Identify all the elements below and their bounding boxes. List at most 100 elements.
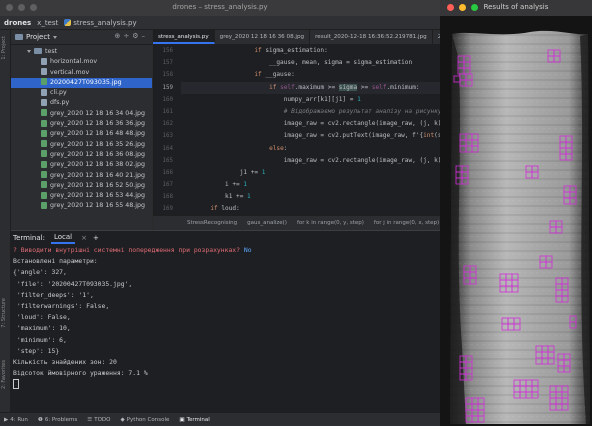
terminal-line: Відсоток ймовірного ураження: 7.1 % bbox=[13, 369, 148, 378]
tree-item-label: dfs.py bbox=[50, 99, 70, 107]
terminal-line: 'file': '20200427T093035.jpg', bbox=[13, 279, 133, 288]
chevron-down-icon[interactable] bbox=[27, 49, 31, 53]
tree-item[interactable]: grey_2020 12 18 16 38 02.jpg bbox=[11, 160, 152, 170]
terminal-answer: No bbox=[243, 246, 252, 254]
tree-item[interactable]: dfs.py bbox=[11, 98, 152, 108]
file-icon bbox=[41, 68, 47, 76]
tool-window-label: Python Console bbox=[126, 416, 170, 423]
line-number: 167 bbox=[162, 182, 173, 189]
tree-item[interactable]: grey_2020 12 18 16 40 21.jpg bbox=[11, 171, 152, 181]
editor-tab[interactable]: grey_2020 12 18 16 36 08.jpg bbox=[215, 30, 311, 44]
terminal-label: Terminal: bbox=[13, 234, 45, 242]
project-panel-header: Project ⊕÷⚙– bbox=[11, 30, 152, 45]
breadcrumb-item[interactable]: for j in range(0, x, step) bbox=[374, 220, 439, 226]
tree-item[interactable]: grey_2020 12 18 16 53 44.jpg bbox=[11, 191, 152, 201]
tool-window-label: Terminal bbox=[186, 416, 210, 423]
line-number: 160 bbox=[162, 96, 173, 103]
code-line: k1 += 1 bbox=[181, 193, 251, 201]
tree-item[interactable]: vertical.mov bbox=[11, 68, 152, 78]
line-number: 158 bbox=[162, 72, 173, 79]
image-file-icon bbox=[41, 119, 47, 127]
editor-tab[interactable]: stress_analysis.py bbox=[153, 30, 215, 44]
python-console-icon: ◆ bbox=[120, 416, 125, 423]
image-file-icon bbox=[41, 78, 47, 86]
code-line: if loud: bbox=[210, 205, 240, 213]
tree-item[interactable]: grey_2020 12 18 16 48 48.jpg bbox=[11, 129, 152, 139]
tree-item[interactable]: grey_2020 12 18 16 55 48.jpg bbox=[11, 201, 152, 211]
line-number: 163 bbox=[162, 133, 173, 140]
project-panel-title[interactable]: Project bbox=[26, 33, 50, 41]
code-line: # Відображаємо результат аналізу на рису… bbox=[283, 107, 440, 115]
nav-folder[interactable]: x_test bbox=[37, 19, 58, 27]
code-line: if self.maximum >= sigma >= self.minimum… bbox=[181, 81, 440, 94]
image-file-icon bbox=[41, 171, 47, 179]
editor-tab[interactable]: result_2020-12-18 16:36:52.219781.jpg bbox=[310, 30, 433, 44]
tool-window-button[interactable]: ◆ Python Console bbox=[120, 417, 169, 423]
tool-window-button[interactable]: ❶ 6: Problems bbox=[38, 417, 77, 423]
code-line: else: bbox=[269, 144, 288, 152]
tree-item-label: grey_2020 12 18 16 38 02.jpg bbox=[50, 161, 146, 169]
target-icon[interactable]: ⊕ bbox=[114, 32, 123, 40]
tree-item[interactable]: 20200427T093035.jpg bbox=[11, 77, 152, 89]
terminal-line: 'maximum': 10, bbox=[13, 324, 71, 333]
terminal-prompt[interactable] bbox=[13, 379, 440, 390]
project-panel-tools: ⊕÷⚙– bbox=[114, 32, 148, 40]
tool-window-label: 6: Problems bbox=[44, 416, 78, 423]
breadcrumb-item[interactable]: for k in range(0, y, step) bbox=[297, 220, 364, 226]
tree-item[interactable]: test bbox=[11, 47, 152, 57]
code-line: numpy_arr[k1][j1] = 1 bbox=[181, 95, 361, 103]
line-number: 168 bbox=[162, 194, 173, 201]
tree-item-label: grey_2020 12 18 16 36 36.jpg bbox=[50, 120, 146, 128]
nav-project[interactable]: drones bbox=[4, 19, 31, 27]
collapse-icon[interactable]: ÷ bbox=[123, 32, 132, 40]
terminal-output[interactable]: ? Виводити внутрішні системні попереджен… bbox=[11, 245, 440, 390]
tool-window-button[interactable]: ▣ Terminal bbox=[179, 417, 209, 423]
terminal-line: 'filterwarnings': False, bbox=[13, 301, 110, 310]
hide-icon[interactable]: – bbox=[142, 32, 149, 40]
tree-item-label: grey_2020 12 18 16 35 26.jpg bbox=[50, 140, 146, 148]
nav-file[interactable]: stress_analysis.py bbox=[64, 19, 137, 27]
tree-item[interactable]: cli.py bbox=[11, 88, 152, 98]
tree-item[interactable]: grey_2020 12 18 16 36 08.jpg bbox=[11, 150, 152, 160]
line-number-gutter: 156 157 158 159 160 161 162 163 164 165 166 167 168 1… bbox=[153, 45, 179, 217]
side-tab-project[interactable]: 1: Project bbox=[1, 36, 9, 60]
breadcrumb-item[interactable]: gaus_analize() bbox=[247, 220, 287, 226]
results-window-title: Results of analysis bbox=[483, 3, 549, 11]
tree-item[interactable]: grey_2020 12 18 16 36 36.jpg bbox=[11, 119, 152, 129]
breadcrumb: StressRecognising gaus_analize() for k in … bbox=[153, 215, 440, 230]
line-number: 157 bbox=[162, 60, 173, 67]
left-tool-strip: 1: Project 7: Structure 2: Favorites bbox=[0, 30, 11, 412]
new-terminal-button[interactable]: + bbox=[93, 234, 99, 242]
line-number: 162 bbox=[162, 121, 173, 128]
side-tab-structure[interactable]: 7: Structure bbox=[1, 298, 9, 328]
line-number: 165 bbox=[162, 157, 173, 164]
tree-item-label: horizontal.mov bbox=[50, 58, 98, 66]
tool-window-button[interactable]: ☰ TODO bbox=[87, 417, 110, 423]
tree-item[interactable]: grey_2020 12 18 16 35 26.jpg bbox=[11, 140, 152, 150]
terminal-line: 'minimum': 6, bbox=[13, 335, 67, 344]
tree-item[interactable]: grey_2020 12 18 16 34 04.jpg bbox=[11, 109, 152, 119]
tree-item[interactable]: grey_2020 12 18 16 52 50.jpg bbox=[11, 181, 152, 191]
breadcrumb-item[interactable]: StressRecognising bbox=[187, 220, 237, 226]
line-number: 164 bbox=[162, 145, 173, 152]
gear-icon[interactable]: ⚙ bbox=[132, 32, 141, 40]
line-number: 169 bbox=[162, 206, 173, 213]
tool-window-button[interactable]: ▶ 4: Run bbox=[4, 417, 28, 423]
close-icon[interactable]: × bbox=[81, 234, 87, 242]
terminal-tab-local[interactable]: Local bbox=[50, 232, 76, 244]
analysis-result-image bbox=[440, 16, 592, 426]
code-lines[interactable]: if sigma_estimation: __gause, mean, sigm… bbox=[181, 45, 440, 216]
terminal-line: 'loud': False, bbox=[13, 313, 71, 322]
side-tab-favorites[interactable]: 2: Favorites bbox=[1, 360, 9, 389]
tree-item-label: grey_2020 12 18 16 52 50.jpg bbox=[50, 181, 146, 189]
line-number: 161 bbox=[162, 108, 173, 115]
tree-item-label: 20200427T093035.jpg bbox=[50, 78, 122, 86]
tree-item-label: grey_2020 12 18 16 40 21.jpg bbox=[50, 171, 146, 179]
code-area[interactable]: 156 157 158 159 160 161 162 163 164 165 166 167 168 1… bbox=[153, 45, 440, 217]
image-file-icon bbox=[41, 160, 47, 168]
tree-item[interactable]: horizontal.mov bbox=[11, 57, 152, 67]
terminal-panel[interactable]: Terminal: Local × + ? Виводити внутрішні… bbox=[11, 230, 440, 413]
results-window: Results of analysis bbox=[440, 0, 592, 426]
chevron-down-icon[interactable] bbox=[52, 35, 57, 39]
editor-tab[interactable]: 2020 bbox=[433, 30, 440, 44]
